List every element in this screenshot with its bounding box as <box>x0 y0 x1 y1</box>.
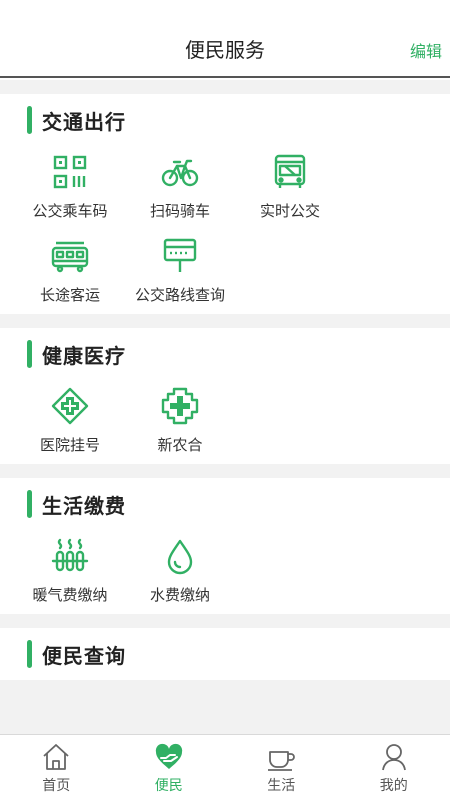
service-heating-fee[interactable]: 暖气费缴纳 <box>15 530 125 614</box>
tab-mine[interactable]: 我的 <box>338 735 450 800</box>
bus-icon <box>274 154 306 188</box>
section-title: 生活缴费 <box>42 493 126 518</box>
section-header: 健康医疗 <box>0 328 450 380</box>
service-label: 扫码骑车 <box>149 202 210 220</box>
section-health: 健康医疗 医院挂号 新农合 <box>0 328 450 464</box>
section-accent-bar <box>27 340 32 368</box>
insurance-cross-icon <box>161 387 199 425</box>
service-content[interactable]: 交通出行 公交乘车码 扫码骑车 实时公交 长途客运 公交路线查询 健康医疗 医院… <box>0 80 450 734</box>
bottom-tab-bar: 首页 便民 生活 我的 <box>0 734 450 800</box>
heart-hand-icon <box>155 743 182 769</box>
service-grid: 医院挂号 新农合 <box>0 380 450 464</box>
tab-label: 首页 <box>42 778 71 794</box>
service-water-fee[interactable]: 水费缴纳 <box>125 530 235 614</box>
coach-icon <box>51 241 89 273</box>
home-icon <box>43 744 69 770</box>
page-title: 便民服务 <box>185 38 265 62</box>
person-icon <box>381 744 406 771</box>
service-scan-bike[interactable]: 扫码骑车 <box>125 146 235 230</box>
top-bar: 便民服务 编辑 <box>0 0 450 78</box>
section-header: 便民查询 <box>0 628 450 680</box>
section-gap <box>0 314 450 328</box>
section-bill-payment: 生活缴费 暖气费缴纳 水费缴纳 <box>0 478 450 614</box>
edit-button[interactable]: 编辑 <box>410 38 442 62</box>
section-gap <box>0 464 450 478</box>
tab-label: 我的 <box>379 778 408 794</box>
tab-label: 生活 <box>267 778 296 794</box>
section-title: 健康医疗 <box>42 343 126 368</box>
service-grid: 暖气费缴纳 水费缴纳 <box>0 530 450 614</box>
coffee-cup-icon <box>268 751 296 771</box>
service-bus-route-query[interactable]: 公交路线查询 <box>125 230 235 314</box>
medical-cross-icon <box>51 387 89 425</box>
bus-stop-sign-icon <box>163 238 197 272</box>
service-label: 公交路线查询 <box>134 286 225 304</box>
service-bus-qr-code[interactable]: 公交乘车码 <box>15 146 125 230</box>
tab-home[interactable]: 首页 <box>0 735 113 800</box>
section-title: 交通出行 <box>42 109 126 134</box>
section-title: 便民查询 <box>42 643 126 668</box>
service-realtime-bus[interactable]: 实时公交 <box>235 146 345 230</box>
service-label: 长途客运 <box>39 286 100 304</box>
section-gap <box>0 614 450 628</box>
tab-convenience[interactable]: 便民 <box>113 735 226 800</box>
section-transport: 交通出行 公交乘车码 扫码骑车 实时公交 长途客运 公交路线查询 <box>0 94 450 314</box>
service-label: 公交乘车码 <box>32 202 108 220</box>
section-gap <box>0 80 450 94</box>
service-rural-cooperative-medical[interactable]: 新农合 <box>125 380 235 464</box>
service-grid: 公交乘车码 扫码骑车 实时公交 长途客运 公交路线查询 <box>0 146 450 314</box>
qr-code-icon <box>53 155 87 189</box>
tab-label: 便民 <box>154 778 183 794</box>
service-long-distance-coach[interactable]: 长途客运 <box>15 230 125 314</box>
service-hospital-registration[interactable]: 医院挂号 <box>15 380 125 464</box>
section-accent-bar <box>27 106 32 134</box>
service-label: 实时公交 <box>259 202 320 220</box>
section-convenience-query: 便民查询 <box>0 628 450 680</box>
section-accent-bar <box>27 640 32 668</box>
water-drop-icon <box>167 539 193 575</box>
service-label: 水费缴纳 <box>149 586 210 604</box>
service-label: 医院挂号 <box>39 436 100 454</box>
tab-life[interactable]: 生活 <box>225 735 338 800</box>
section-header: 交通出行 <box>0 94 450 146</box>
radiator-icon <box>51 538 89 572</box>
section-header: 生活缴费 <box>0 478 450 530</box>
service-label: 暖气费缴纳 <box>32 586 108 604</box>
section-accent-bar <box>27 490 32 518</box>
service-label: 新农合 <box>157 436 203 454</box>
bicycle-icon <box>161 159 199 187</box>
